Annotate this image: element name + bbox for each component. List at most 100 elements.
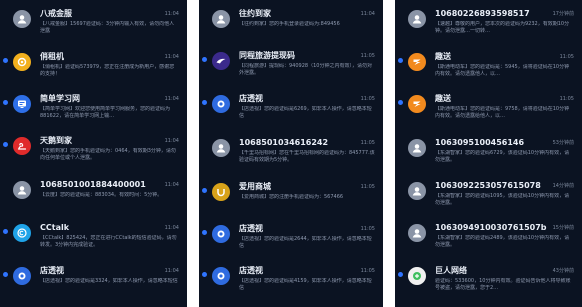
message-list-item[interactable]: 天鹅到家 11:04 【天鹅到家】您的手机验证码为：0464，有效期3分钟，请勿向任… (0, 135, 187, 169)
timestamp: 17分钟前 (552, 11, 574, 17)
sender-title: 1068501001884400001 (40, 180, 146, 189)
unread-dot (3, 142, 8, 147)
message-preview: 【东湖智家】您的验证码6729，该验证码10分钟内有效，请勿泄露。 (435, 150, 570, 163)
person-icon (212, 139, 230, 157)
message-preview: 【往约到家】您的手机登录验证码为:849456 (239, 21, 340, 27)
message-preview: 【速越】尊敬的用户，您本次的验证码为9232，有效期10分钟。请勿泄露…一切转… (435, 21, 570, 34)
timestamp: 11:05 (360, 53, 375, 59)
shop-logo-icon (212, 267, 230, 285)
message-preview: 【同程旅游】提现码：940928（10分钟之内有效），请勿对外泄露。 (239, 63, 372, 76)
sender-title: 1063095100456146 (435, 138, 525, 147)
person-icon (13, 181, 31, 199)
sender-title: 简单学习网 (40, 94, 80, 103)
sender-title: 巨人网络 (435, 266, 467, 275)
timestamp: 53分钟前 (552, 140, 574, 146)
message-list-item[interactable]: 1068501001884400001 11:04 【云度】您的验证码是：88303… (0, 179, 187, 213)
message-preview: 验证码：533600，10分钟内有效。验证码告诉他人将导致账号被盗，请勿泄露，您… (435, 278, 571, 291)
message-list-item[interactable]: 同程旅游提现码 11:05 【同程旅游】提现码：940928（10分钟之内有效），请… (199, 50, 383, 84)
message-list-item[interactable]: 店透视 11:05 【店透视】您的验证码是2644，如非本人操作，请忽略本短信 (199, 223, 383, 257)
message-list-item[interactable]: 趣送 11:05 【斯通电动车】您的验证码是：9758，请将验证码在10分钟内有效。… (395, 93, 582, 127)
message-preview: 【简单学习网】欢迎您使用简单学习网服务，您的验证码为881622，请在简单学习网… (40, 106, 171, 119)
tongcheng-logo-icon (212, 52, 230, 70)
timestamp: 11:04 (360, 11, 375, 17)
aiyong-logo-icon (212, 183, 230, 201)
timestamp: 11:05 (360, 226, 375, 232)
message-list-item[interactable]: 10680226893598517 17分钟前【速越】尊敬的用户，您本次的验证码为… (395, 8, 582, 42)
timestamp: 11:04 (164, 268, 179, 274)
shop-logo-icon (212, 225, 230, 243)
person-icon (408, 10, 426, 28)
rental-logo-icon (13, 53, 31, 71)
message-preview: 【千里马招标网】您在千里马招标网的验证码为：845777.该验证码有效期为5分钟… (239, 150, 375, 163)
unread-dot (398, 272, 403, 277)
message-list-item[interactable]: 1063095100456146 53分钟前【东湖智家】您的验证码6729，该验证… (395, 137, 582, 171)
person-icon (212, 10, 230, 28)
message-preview: 【店透视】您的验证码是2644，如非本人操作，请忽略本短信 (239, 236, 372, 249)
sender-title: 趣送 (435, 52, 451, 61)
sender-title: 八戒金服 (40, 9, 72, 18)
message-preview: 【俏租机】验证码573979，您正在注册成为新用户，感谢您的支持！ (40, 64, 175, 77)
sender-title: 1063094910030761507b (435, 223, 547, 232)
unread-dot (202, 57, 207, 62)
message-list-item[interactable]: 巨人网络 43分钟前 验证码：533600，10分钟内有效。验证码告诉他人将导致账号… (395, 265, 582, 299)
timestamp: 11:04 (164, 225, 179, 231)
sender-title: 同程旅游提现码 (239, 51, 295, 60)
message-list-panel-3: 10680226893598517 17分钟前【速越】尊敬的用户，您本次的验证码为… (395, 0, 582, 307)
timestamp: 11:05 (559, 96, 574, 102)
unread-dot (398, 100, 403, 105)
message-preview: 【斯通电动车】您的验证码是：9758，请将验证码在10分钟内有效。请勿透露给他人… (435, 106, 570, 119)
timestamp: 11:04 (164, 96, 179, 102)
message-list-item[interactable]: 往约到家 11:04 【往约到家】您的手机登录验证码为:849456 (199, 8, 383, 42)
qusong-logo-icon (408, 53, 426, 71)
message-list-item[interactable]: 店透视 11:05 【店透视】您的验证码是6269，如非本人操作，请忽略本短信 (199, 93, 383, 127)
shop-logo-icon (212, 95, 230, 113)
message-list-item[interactable]: 店透视 11:05 【店透视】您的验证码是4159，如非本人操作，请忽略本短信 (199, 265, 383, 299)
screenshot-collage: 八戒金服 11:04 【八戒金服】15697验证码：3分钟内输入有效，请勿向他人泄露… (0, 0, 582, 307)
sender-title: 俏租机 (40, 52, 64, 61)
sender-title: 店透视 (239, 266, 263, 275)
timestamp: 11:05 (360, 96, 375, 102)
sender-title: 往约到家 (239, 9, 271, 18)
message-preview: 【店透视】您的验证码是3324，如非本人操作，请忽略本短信 (40, 278, 178, 284)
swan-logo-icon (13, 137, 31, 155)
sender-title: 10680226893598517 (435, 9, 530, 18)
unread-dot (3, 229, 8, 234)
timestamp: 11:05 (360, 268, 375, 274)
message-list-item[interactable]: 店透视 11:04 【店透视】您的验证码是3324，如非本人操作，请忽略本短信 (0, 265, 187, 299)
sender-title: 店透视 (239, 224, 263, 233)
sender-title: 1068501034616242 (239, 138, 329, 147)
person-icon (13, 10, 31, 28)
sender-title: 店透视 (239, 94, 263, 103)
sender-title: 店透视 (40, 266, 64, 275)
timestamp: 15分钟前 (552, 225, 574, 231)
giant-logo-icon (408, 267, 426, 285)
message-list-panel-2: 往约到家 11:04 【往约到家】您的手机登录验证码为:849456 同程旅游提现码 1… (199, 0, 383, 307)
message-list-item[interactable]: 简单学习网 11:04 【简单学习网】欢迎您使用简单学习网服务，您的验证码为8816… (0, 93, 187, 127)
unread-dot (398, 58, 403, 63)
timestamp: 11:04 (164, 182, 179, 188)
person-icon (408, 182, 426, 200)
message-preview: 【东湖智家】您的验证码2489，该验证码10分钟内有效，请勿泄露。 (435, 235, 570, 248)
timestamp: 11:04 (164, 138, 179, 144)
unread-dot (202, 230, 207, 235)
message-preview: 【八戒金服】15697验证码：3分钟内输入有效，请勿向他人泄露 (40, 21, 175, 34)
message-list-item[interactable]: 1063092253057615078 14分钟前 【东湖智家】您的验证码1095，… (395, 180, 582, 214)
message-list-item[interactable]: 趣送 11:05 【斯通电动车】您的验证码是：5945，请将验证码在10分钟内有效。… (395, 51, 582, 85)
message-list-item[interactable]: 俏租机 11:04 【俏租机】验证码573979，您正在注册成为新用户，感谢您的支持… (0, 51, 187, 85)
message-list-item[interactable]: 1063094910030761507b 15分钟前【东湖智家】您的验证码2489… (395, 222, 582, 256)
study-logo-icon (13, 95, 31, 113)
unread-dot (3, 100, 8, 105)
qusong-logo-icon (408, 95, 426, 113)
message-list-item[interactable]: 1068501034616242 11:05 【千里马招标网】您在千里马招标网的验证… (199, 137, 383, 171)
timestamp: 11:05 (559, 54, 574, 60)
message-list-item[interactable]: 爱用商城 11:05 【爱用商城】您的注册手机验证码为：567466 (199, 181, 383, 215)
cctalk-logo-icon (13, 224, 31, 242)
sender-title: CCtalk (40, 223, 70, 232)
message-list-panel-1: 八戒金服 11:04 【八戒金服】15697验证码：3分钟内输入有效，请勿向他人泄露… (0, 0, 187, 307)
message-list-item[interactable]: 八戒金服 11:04 【八戒金服】15697验证码：3分钟内输入有效，请勿向他人泄露 (0, 8, 187, 42)
person-icon (408, 224, 426, 242)
message-list-item[interactable]: CCtalk 11:04 【CCtalk】825424，您正在进行CCtalk的短信… (0, 222, 187, 256)
timestamp: 11:05 (360, 184, 375, 190)
shop-logo-icon (13, 267, 31, 285)
message-preview: 【店透视】您的验证码是4159，如非本人操作，请忽略本短信 (239, 278, 372, 291)
